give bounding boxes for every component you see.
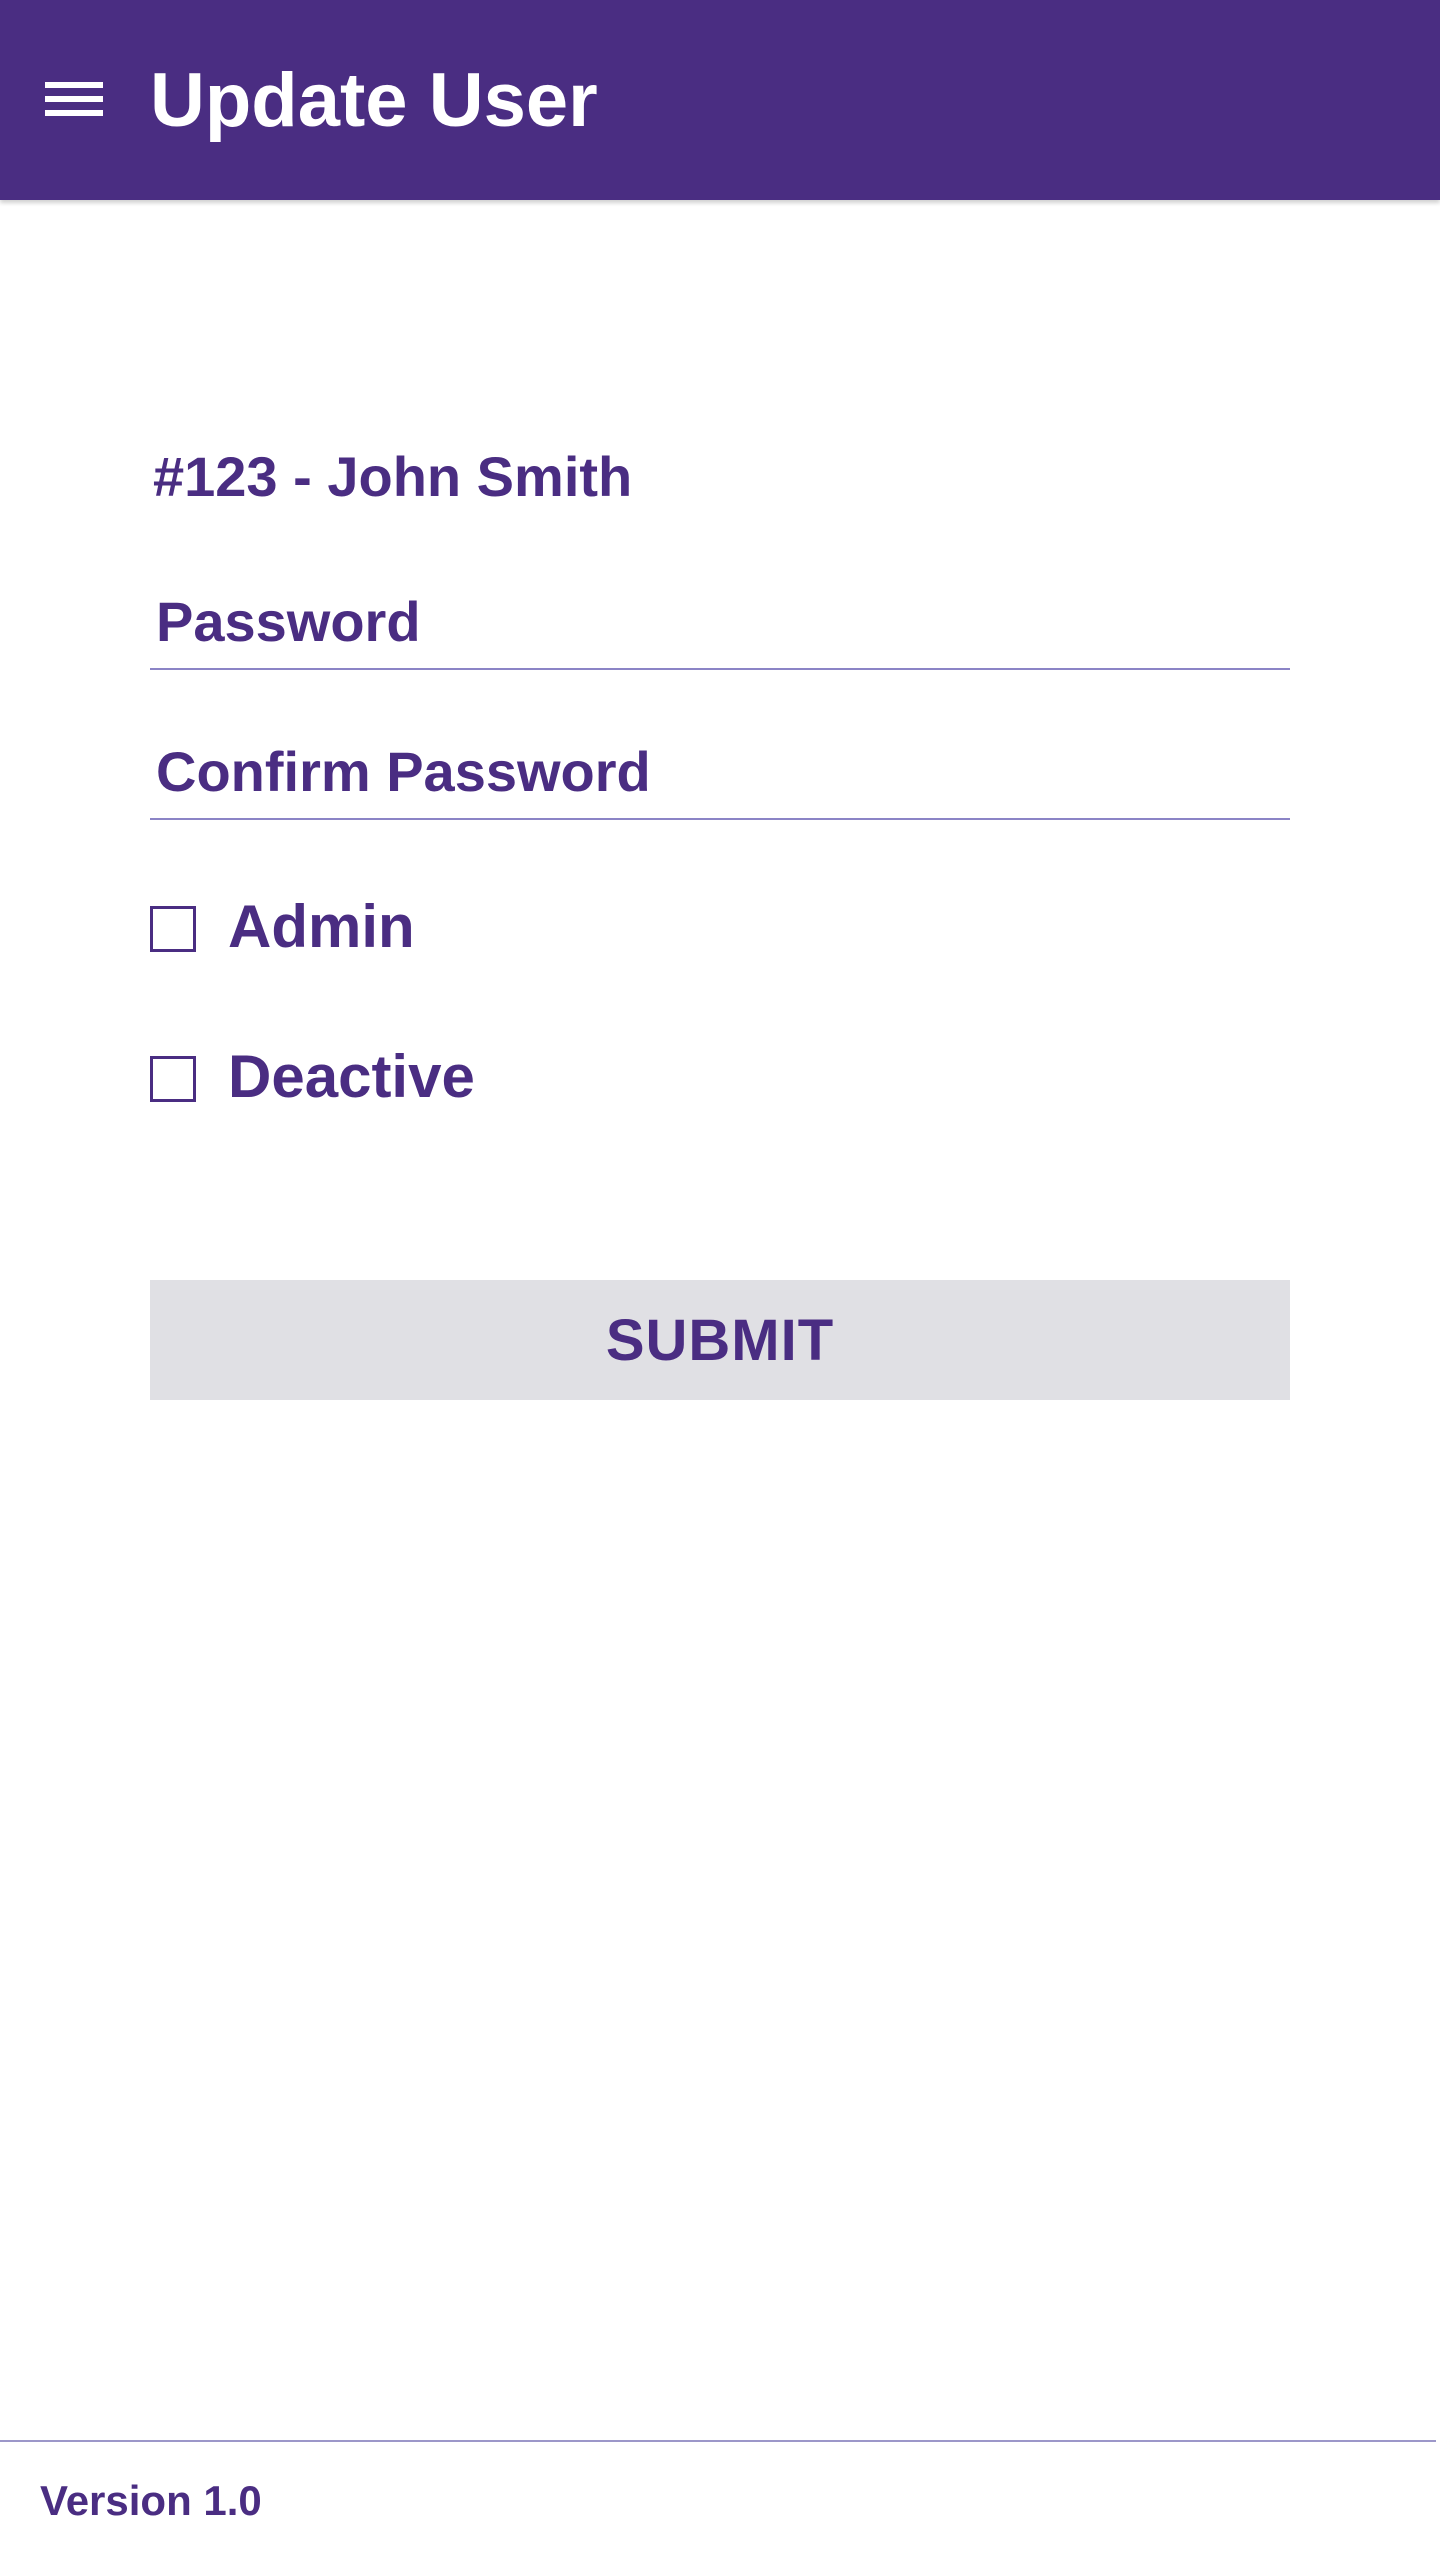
user-heading: #123 - John Smith xyxy=(153,445,633,508)
admin-checkbox-row[interactable]: Admin xyxy=(150,889,750,969)
admin-checkbox[interactable] xyxy=(150,906,196,952)
page-title: Update User xyxy=(150,58,598,143)
admin-checkbox-label: Admin xyxy=(228,893,415,960)
menu-icon-line xyxy=(45,82,103,88)
app-bar: Update User xyxy=(0,0,1440,200)
deactive-checkbox-label: Deactive xyxy=(228,1043,475,1110)
menu-icon-line xyxy=(45,110,103,116)
update-user-screen: Update User #123 - John Smith Admin Deac… xyxy=(0,0,1440,2560)
deactive-checkbox-row[interactable]: Deactive xyxy=(150,1039,750,1119)
confirm-password-field xyxy=(150,726,1290,820)
password-field xyxy=(150,576,1290,670)
submit-button[interactable]: SUBMIT xyxy=(150,1280,1290,1400)
footer-divider xyxy=(0,2440,1436,2442)
deactive-checkbox[interactable] xyxy=(150,1056,196,1102)
confirm-password-input[interactable] xyxy=(150,726,1290,816)
password-input[interactable] xyxy=(150,576,1290,666)
menu-icon-line xyxy=(45,96,103,102)
hamburger-menu-icon[interactable] xyxy=(45,78,103,120)
version-label: Version 1.0 xyxy=(40,2477,262,2524)
